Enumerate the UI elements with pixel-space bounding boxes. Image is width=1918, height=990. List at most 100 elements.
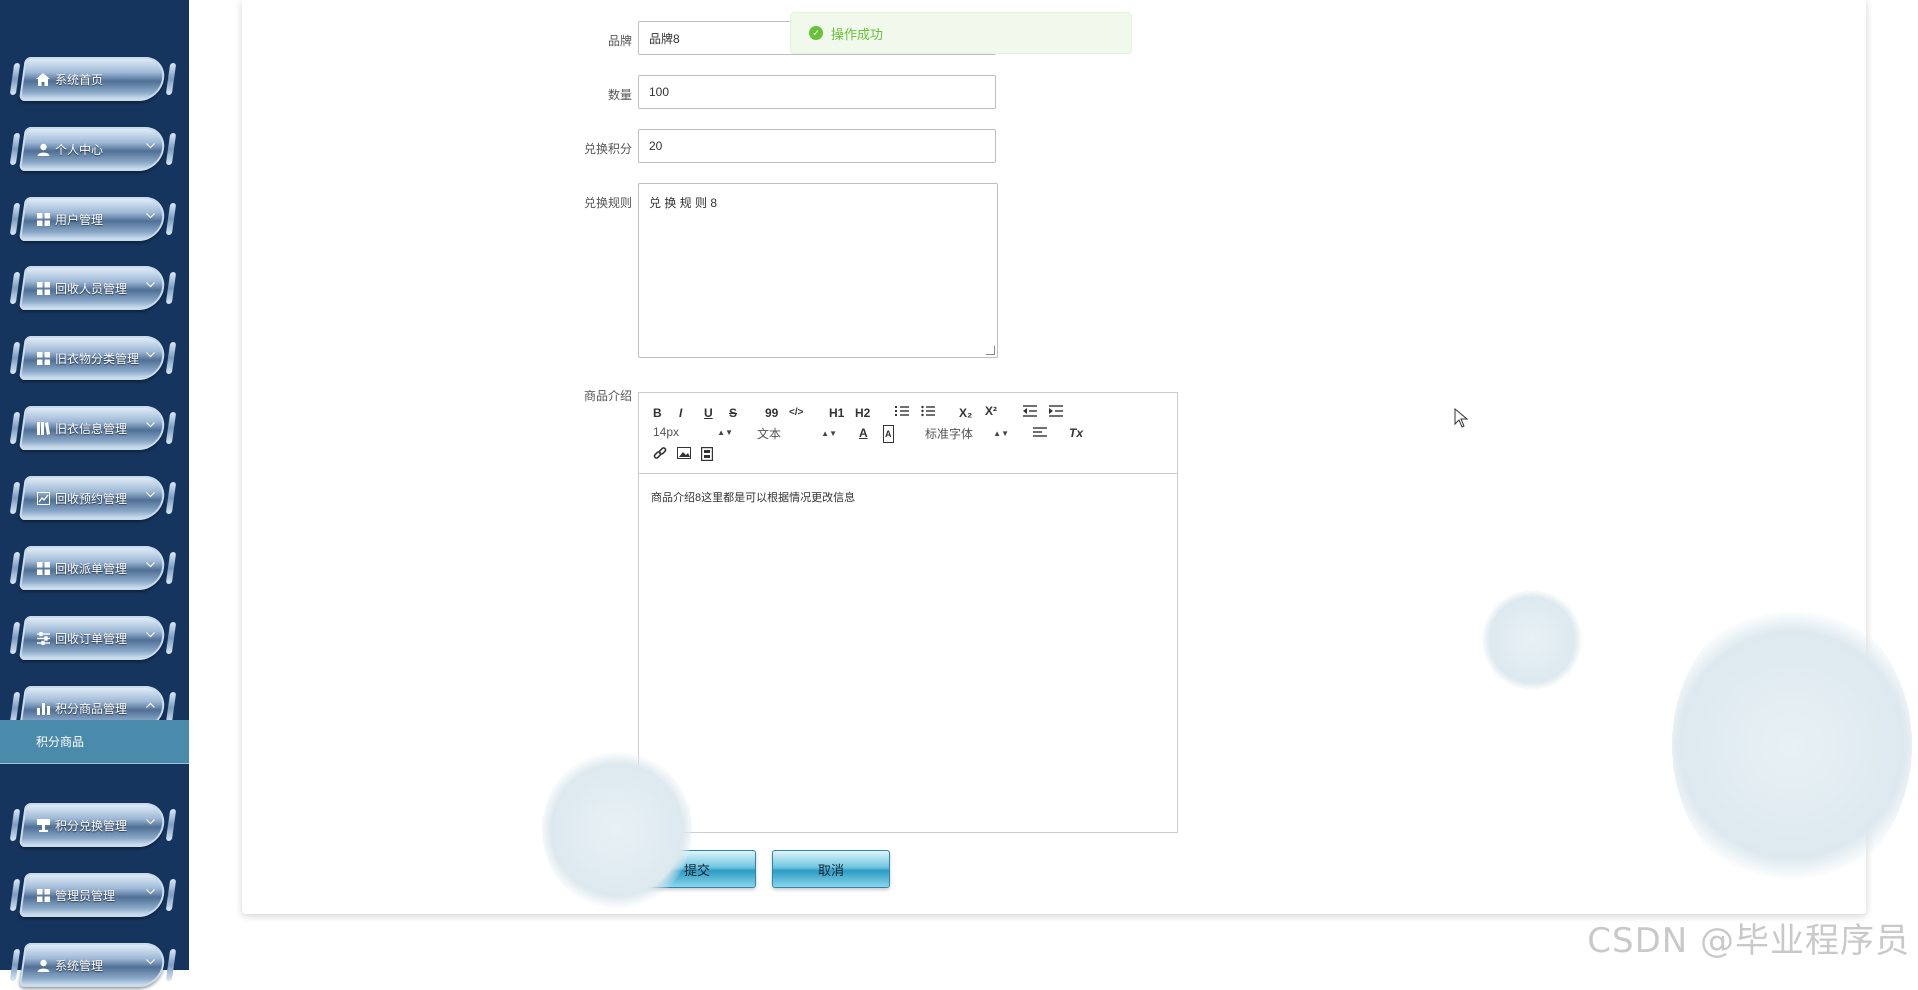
mouse-cursor-icon	[1454, 408, 1468, 428]
sidebar-item-2[interactable]: 用户管理	[14, 194, 174, 244]
video-icon[interactable]	[701, 447, 713, 461]
watermark: CSDN @毕业程序员	[1587, 921, 1910, 961]
sidebar-item-label: 系统首页	[55, 72, 104, 87]
link-icon[interactable]	[653, 447, 667, 461]
subscript-button[interactable]: X₂	[959, 405, 972, 421]
sidebar-item-label: 个人中心	[55, 142, 104, 157]
background-color-button[interactable]: A	[883, 425, 894, 443]
sidebar-item-10[interactable]: 积分兑换管理	[14, 800, 174, 850]
sidebar-item-content: 回收预约管理	[36, 488, 127, 508]
font-color-button[interactable]: A	[859, 425, 868, 441]
sidebar-item-label: 用户管理	[55, 212, 104, 227]
code-button[interactable]: </>	[789, 405, 803, 421]
sidebar-item-8[interactable]: 回收订单管理	[14, 613, 174, 663]
block-format-select[interactable]: 文本 ▲▼	[757, 425, 837, 442]
quote-button[interactable]: 99	[765, 405, 778, 421]
chart-line-icon	[36, 491, 50, 505]
book-icon	[36, 421, 50, 435]
chevron-down-icon	[146, 817, 156, 827]
font-size-select[interactable]: 14px ▲▼	[653, 425, 733, 439]
sidebar-item-content: 旧衣信息管理	[36, 418, 127, 438]
sidebar-item-7[interactable]: 回收派单管理	[14, 543, 174, 593]
chevron-down-icon	[146, 887, 156, 897]
rules-label: 兑换规则	[583, 196, 632, 210]
chevron-up-icon	[146, 700, 156, 710]
select-caret-icon: ▲▼	[717, 427, 733, 437]
points-label: 兑换积分	[583, 142, 632, 156]
brand-input-value: 品牌8	[649, 31, 680, 46]
chevron-down-icon	[146, 630, 156, 640]
outdent-icon[interactable]	[1023, 405, 1037, 417]
image-icon[interactable]	[677, 447, 691, 459]
sidebar-item-content: 回收订单管理	[36, 628, 127, 648]
grid-icon	[36, 888, 50, 902]
points-input-value: 20	[649, 139, 663, 153]
select-caret-icon: ▲▼	[993, 429, 1009, 438]
sidebar-item-0[interactable]: 系统首页	[14, 54, 174, 104]
sidebar-item-4[interactable]: 旧衣物分类管理	[14, 333, 174, 383]
bullet-list-icon[interactable]	[921, 405, 935, 417]
sidebar-item-label: 积分商品管理	[55, 701, 128, 716]
bar-chart-icon	[36, 701, 50, 715]
desk-icon	[36, 818, 50, 832]
editor-content[interactable]: 商品介绍8这里都是可以根据情况更改信息	[651, 489, 855, 505]
chevron-down-icon	[146, 211, 156, 221]
sidebar-item-content: 回收人员管理	[36, 278, 127, 298]
sidebar-item-content: 积分兑换管理	[36, 815, 127, 835]
sidebar-item-6[interactable]: 回收预约管理	[14, 473, 174, 523]
bold-button[interactable]: B	[653, 405, 662, 421]
cancel-button[interactable]: 取消	[772, 850, 890, 888]
select-caret-icon: ▲▼	[821, 429, 837, 438]
decorative-gear-icon	[542, 750, 692, 910]
quantity-input-value: 100	[649, 85, 670, 99]
quantity-label: 数量	[607, 88, 632, 102]
chevron-down-icon	[146, 490, 156, 500]
sidebar-item-content: 用户管理	[36, 209, 103, 229]
brand-label: 品牌	[607, 34, 632, 48]
home-icon	[36, 72, 50, 86]
sidebar-item-content: 积分商品管理	[36, 698, 127, 718]
indent-icon[interactable]	[1049, 405, 1063, 417]
points-input[interactable]: 20	[638, 129, 996, 163]
sidebar-item-content: 管理员管理	[36, 885, 115, 905]
chevron-down-icon	[146, 350, 156, 360]
grid-icon	[36, 351, 50, 365]
sidebar: 系统首页个人中心用户管理回收人员管理 旧衣物分类管理旧衣信息管理 回收预约管理回收派…	[0, 0, 189, 987]
user-icon	[36, 142, 50, 156]
font-family-value: 标准字体	[925, 427, 974, 441]
rich-text-editor: B I U S 99 </> H1 H2 X₂ X² 14px ▲▼ 文本 ▲▼…	[638, 392, 1178, 833]
sidebar-item-label: 回收派单管理	[55, 561, 128, 576]
resize-grip-icon[interactable]	[986, 346, 995, 355]
sidebar-item-1[interactable]: 个人中心	[14, 124, 174, 174]
sliders-icon	[36, 631, 50, 645]
font-family-select[interactable]: 标准字体 ▲▼	[925, 425, 1009, 442]
clear-format-button[interactable]: Tx	[1069, 425, 1083, 441]
block-format-value: 文本	[757, 427, 782, 441]
sidebar-item-label: 回收人员管理	[55, 281, 128, 296]
h1-button[interactable]: H1	[829, 405, 844, 421]
sidebar-item-12[interactable]: 系统管理	[14, 940, 174, 990]
underline-button[interactable]: U	[704, 405, 713, 421]
chevron-down-icon	[146, 420, 156, 430]
decorative-gear-icon	[1672, 600, 1912, 890]
sidebar-item-label: 管理员管理	[55, 888, 116, 903]
font-size-value: 14px	[653, 425, 680, 439]
h2-button[interactable]: H2	[855, 405, 870, 421]
sidebar-item-label: 系统管理	[55, 958, 104, 973]
sidebar-item-5[interactable]: 旧衣信息管理	[14, 403, 174, 453]
strike-button[interactable]: S	[729, 405, 737, 421]
sidebar-item-label: 积分兑换管理	[55, 818, 128, 833]
ordered-list-icon[interactable]	[895, 405, 909, 417]
italic-button[interactable]: I	[679, 405, 682, 421]
sidebar-item-3[interactable]: 回收人员管理	[14, 263, 174, 313]
chevron-down-icon	[146, 957, 156, 967]
superscript-button[interactable]: X²	[985, 403, 997, 419]
sidebar-item-content: 个人中心	[36, 139, 103, 159]
align-icon[interactable]	[1033, 426, 1047, 438]
rules-textarea[interactable]: 兑 换 规 则 8	[638, 183, 998, 358]
success-toast: ✓ 操作成功	[790, 12, 1132, 54]
sidebar-item-11[interactable]: 管理员管理	[14, 870, 174, 920]
quantity-input[interactable]: 100	[638, 75, 996, 109]
sidebar-item-label: 旧衣物分类管理	[55, 351, 140, 366]
submenu-item-points-goods[interactable]: 积分商品	[0, 720, 189, 764]
